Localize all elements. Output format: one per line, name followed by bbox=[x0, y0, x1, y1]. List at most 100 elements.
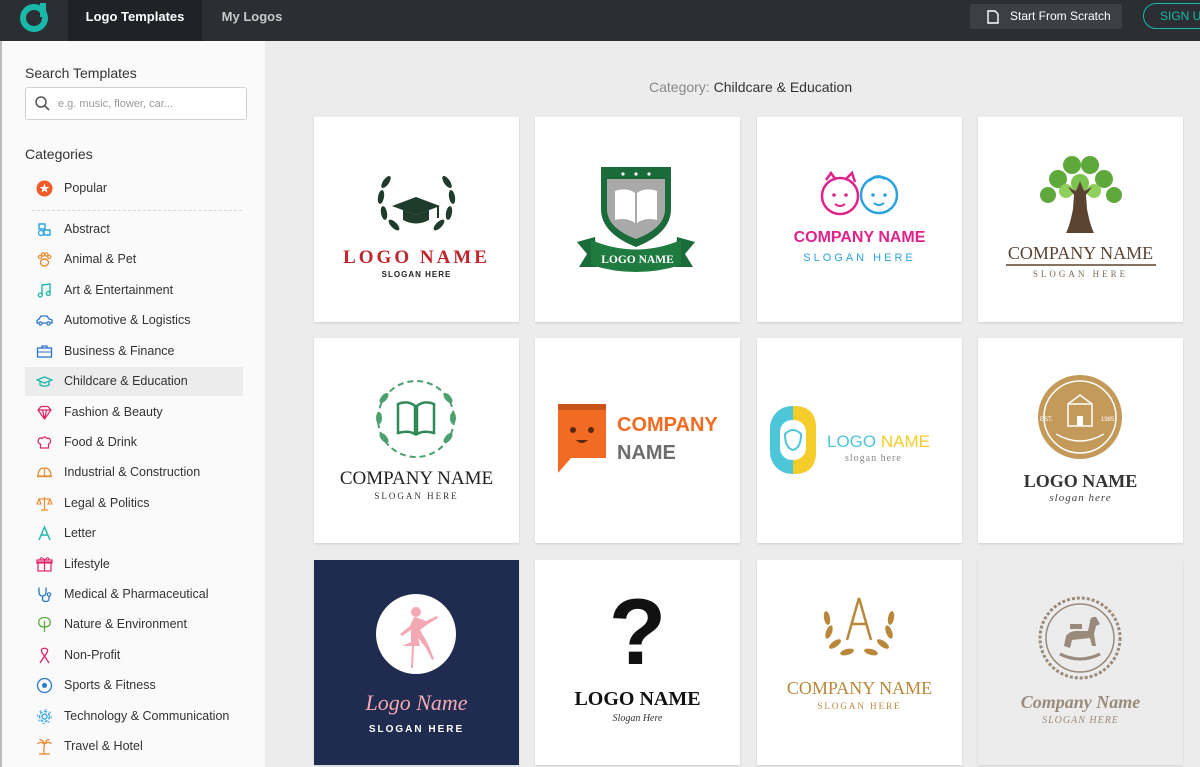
category-non-profit[interactable]: Non-Profit bbox=[25, 641, 243, 670]
document-icon bbox=[987, 10, 999, 24]
category-letter[interactable]: Letter bbox=[25, 519, 243, 548]
template-name: LOGO NAME bbox=[827, 432, 930, 452]
category-label: Popular bbox=[64, 181, 108, 195]
category-childcare-education[interactable]: Childcare & Education bbox=[25, 367, 243, 396]
letter-a-icon bbox=[38, 525, 51, 541]
template-name-part-a: LOGO bbox=[827, 432, 877, 451]
category-food-drink[interactable]: Food & Drink bbox=[25, 428, 243, 457]
palm-tree-icon bbox=[37, 739, 52, 755]
category-business-finance[interactable]: Business & Finance bbox=[25, 337, 243, 366]
category-fashion-beauty[interactable]: Fashion & Beauty bbox=[25, 398, 243, 427]
template-card[interactable]: LOGO NAME bbox=[535, 117, 740, 322]
template-card[interactable]: COMPANY NAME SLOGAN HERE bbox=[978, 117, 1183, 322]
template-name: LOGO NAME bbox=[1023, 471, 1138, 491]
category-label: Childcare & Education bbox=[64, 374, 188, 388]
category-label: Legal & Politics bbox=[64, 496, 150, 510]
category-label: Letter bbox=[64, 526, 96, 540]
template-card[interactable]: COMPANY NAME SLOGAN HERE bbox=[757, 117, 962, 322]
category-label: Industrial & Construction bbox=[64, 465, 201, 479]
category-travel-hotel[interactable]: Travel & Hotel bbox=[25, 732, 243, 761]
laurel-book-icon bbox=[376, 380, 456, 458]
top-bar: Logo Templates My Logos Start From Scrat… bbox=[0, 0, 1200, 41]
template-slogan: Slogan Here bbox=[612, 713, 663, 724]
template-slogan: SLOGAN HERE bbox=[381, 270, 452, 279]
template-card[interactable]: LOGO NAME slogan here bbox=[757, 338, 962, 543]
category-animal-pet[interactable]: Animal & Pet bbox=[25, 245, 243, 274]
music-note-icon bbox=[37, 283, 51, 298]
category-lifestyle[interactable]: Lifestyle bbox=[25, 550, 243, 579]
book-speech-bubble-icon bbox=[558, 404, 606, 473]
category-label: Abstract bbox=[64, 222, 110, 236]
diamond-icon bbox=[37, 405, 52, 421]
tab-logo-templates[interactable]: Logo Templates bbox=[68, 0, 202, 41]
category-technology-communication[interactable]: Technology & Communication bbox=[25, 702, 243, 731]
category-nature-environment[interactable]: Nature & Environment bbox=[25, 610, 243, 639]
compass-laurel-icon bbox=[823, 597, 895, 656]
tab-my-logos[interactable]: My Logos bbox=[202, 0, 302, 41]
category-automotive-logistics[interactable]: Automotive & Logistics bbox=[25, 306, 243, 335]
category-popular[interactable]: Popular bbox=[25, 174, 243, 203]
gear-icon bbox=[37, 709, 52, 724]
category-label: Fashion & Beauty bbox=[64, 405, 163, 419]
template-name: LOGO NAME bbox=[601, 254, 674, 266]
abstract-icon bbox=[37, 223, 51, 237]
start-from-scratch-button[interactable]: Start From Scratch bbox=[970, 4, 1122, 29]
badge-label-right: 1985 bbox=[1101, 417, 1115, 423]
ribbon-icon bbox=[39, 647, 50, 664]
template-name: LOGO NAME bbox=[343, 247, 490, 268]
template-slogan: slogan here bbox=[845, 453, 902, 464]
template-slogan: SLOGAN HERE bbox=[803, 252, 916, 264]
template-slogan: SLOGAN HERE bbox=[374, 491, 459, 501]
template-name: Company Name bbox=[1020, 692, 1141, 712]
car-icon bbox=[36, 315, 53, 326]
template-card[interactable]: EST. 1985 LOGO NAME slogan here bbox=[978, 338, 1183, 543]
template-card[interactable]: COMPANY NAME SLOGAN HERE bbox=[757, 560, 962, 765]
school-badge-icon bbox=[1038, 375, 1122, 459]
app-logo-icon[interactable] bbox=[0, 0, 68, 41]
sign-up-button[interactable]: SIGN UP bbox=[1143, 3, 1200, 29]
paw-icon bbox=[37, 252, 52, 267]
category-legal-politics[interactable]: Legal & Politics bbox=[25, 489, 243, 518]
template-card[interactable]: COMPANY NAME bbox=[535, 338, 740, 543]
template-card[interactable]: ? LOGO NAME Slogan Here bbox=[535, 560, 740, 765]
babies-faces-icon bbox=[820, 170, 899, 216]
badge-label-left: EST. bbox=[1040, 417, 1053, 423]
template-slogan: slogan here bbox=[1049, 492, 1112, 504]
category-label: Animal & Pet bbox=[64, 252, 137, 266]
category-art-entertainment[interactable]: Art & Entertainment bbox=[25, 276, 243, 305]
start-from-scratch-label: Start From Scratch bbox=[1010, 9, 1111, 23]
rocking-horse-icon bbox=[1038, 596, 1122, 680]
category-industrial-construction[interactable]: Industrial & Construction bbox=[25, 458, 243, 487]
category-abstract[interactable]: Abstract bbox=[25, 215, 243, 244]
template-card[interactable]: Logo Name SLOGAN HERE bbox=[314, 560, 519, 765]
search-templates-title: Search Templates bbox=[25, 65, 137, 81]
search-box[interactable] bbox=[25, 87, 247, 120]
template-name-line2: NAME bbox=[617, 442, 676, 464]
gift-icon bbox=[36, 557, 53, 572]
template-card[interactable]: LOGO NAME SLOGAN HERE bbox=[314, 117, 519, 322]
graduation-cap-icon bbox=[36, 376, 53, 387]
template-card[interactable]: COMPANY NAME SLOGAN HERE bbox=[314, 338, 519, 543]
search-input[interactable] bbox=[58, 94, 238, 114]
category-medical-pharmaceutical[interactable]: Medical & Pharmaceutical bbox=[25, 580, 243, 609]
category-label: Nature & Environment bbox=[64, 617, 187, 631]
chef-hat-icon bbox=[37, 436, 52, 449]
template-card[interactable]: Company Name SLOGAN HERE bbox=[978, 560, 1183, 765]
sidebar: Search Templates Categories Popular Abst… bbox=[0, 41, 265, 767]
star-icon bbox=[36, 180, 53, 197]
briefcase-icon bbox=[36, 345, 53, 358]
category-sports-fitness[interactable]: Sports & Fitness bbox=[25, 671, 243, 700]
category-label: Lifestyle bbox=[64, 557, 110, 571]
category-label: Non-Profit bbox=[64, 648, 121, 662]
soccer-ball-icon bbox=[36, 677, 53, 694]
template-slogan: SLOGAN HERE bbox=[1032, 269, 1129, 279]
category-label: Medical & Pharmaceutical bbox=[64, 587, 209, 601]
scales-icon bbox=[36, 497, 53, 511]
template-name: COMPANY NAME bbox=[339, 468, 494, 489]
category-divider bbox=[32, 210, 242, 211]
template-name-part-b: NAME bbox=[880, 432, 930, 451]
template-slogan: SLOGAN HERE bbox=[368, 724, 465, 735]
category-key: Category: bbox=[649, 79, 710, 95]
category-label: Technology & Communication bbox=[64, 709, 230, 723]
stethoscope-icon bbox=[38, 587, 52, 603]
